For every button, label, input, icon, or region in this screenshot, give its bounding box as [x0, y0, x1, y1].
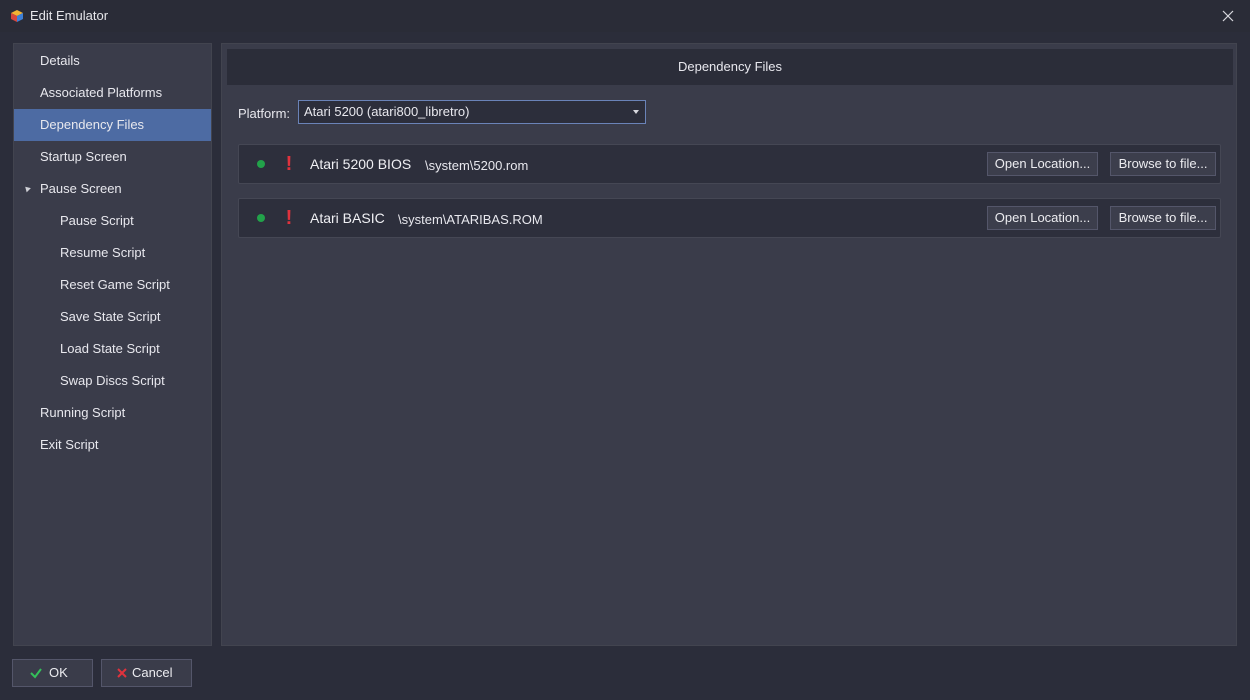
open-location-button[interactable]: Open Location... — [987, 206, 1098, 230]
sidebar-item-pause-script[interactable]: Pause Script — [14, 205, 211, 237]
platform-dropdown[interactable]: Atari 5200 (atari800_libretro) — [298, 100, 646, 124]
chevron-down-icon — [633, 110, 639, 114]
page-title: Dependency Files — [227, 49, 1233, 85]
sidebar-item-save-state-script[interactable]: Save State Script — [14, 301, 211, 333]
platform-selected-value: Atari 5200 (atari800_libretro) — [304, 104, 470, 119]
browse-to-file-button[interactable]: Browse to file... — [1110, 206, 1216, 230]
exclamation-icon: ! — [285, 207, 293, 229]
sidebar-item-exit-script[interactable]: Exit Script — [14, 429, 211, 461]
sidebar-item-startup-screen[interactable]: Startup Screen — [14, 141, 211, 173]
sidebar-item-details[interactable]: Details — [14, 45, 211, 77]
sidebar-item-label: Exit Script — [40, 437, 99, 452]
sidebar-item-label: Reset Game Script — [60, 277, 170, 292]
status-dot-icon — [257, 214, 265, 222]
title-bar: Edit Emulator — [0, 0, 1250, 32]
platform-label: Platform: — [238, 106, 291, 121]
sidebar-item-label: Details — [40, 53, 80, 68]
dependency-row: ! Atari 5200 BIOS \system\5200.rom Open … — [238, 144, 1221, 184]
sidebar-nav: Details Associated Platforms Dependency … — [13, 43, 212, 646]
cancel-label: Cancel — [132, 665, 173, 680]
sidebar-item-load-state-script[interactable]: Load State Script — [14, 333, 211, 365]
ok-label: OK — [49, 665, 68, 680]
browse-to-file-button[interactable]: Browse to file... — [1110, 152, 1216, 176]
sidebar-item-label: Running Script — [40, 405, 126, 420]
cancel-button[interactable]: Cancel — [101, 659, 192, 687]
close-icon — [1222, 10, 1234, 22]
sidebar-item-label: Dependency Files — [40, 117, 145, 132]
launchbox-cube-icon — [11, 10, 23, 22]
ok-button[interactable]: OK — [12, 659, 93, 687]
dependency-name: Atari 5200 BIOS — [310, 156, 412, 172]
sidebar-item-resume-script[interactable]: Resume Script — [14, 237, 211, 269]
dependency-name: Atari BASIC — [310, 210, 385, 226]
dependency-row: ! Atari BASIC \system\ATARIBAS.ROM Open … — [238, 198, 1221, 238]
sidebar-item-label: Save State Script — [60, 309, 161, 324]
window-title: Edit Emulator — [30, 8, 109, 23]
dependency-path: \system\5200.rom — [425, 158, 529, 173]
status-dot-icon — [257, 160, 265, 168]
sidebar-item-label: Pause Screen — [40, 181, 122, 196]
sidebar-item-label: Resume Script — [60, 245, 146, 260]
dependency-path: \system\ATARIBAS.ROM — [398, 212, 543, 227]
x-mark-icon — [117, 668, 127, 678]
expanded-triangle-icon[interactable] — [23, 184, 31, 193]
close-button[interactable] — [1216, 5, 1240, 27]
sidebar-item-running-script[interactable]: Running Script — [14, 397, 211, 429]
sidebar-item-dependency-files[interactable]: Dependency Files — [14, 109, 211, 141]
open-location-button[interactable]: Open Location... — [987, 152, 1098, 176]
sidebar-item-label: Startup Screen — [40, 149, 127, 164]
sidebar-item-swap-discs-script[interactable]: Swap Discs Script — [14, 365, 211, 397]
sidebar-item-pause-screen[interactable]: Pause Screen — [14, 173, 211, 205]
exclamation-icon: ! — [285, 153, 293, 175]
main-panel: Dependency Files Platform: Atari 5200 (a… — [221, 43, 1237, 646]
sidebar-item-label: Load State Script — [60, 341, 160, 356]
sidebar-item-label: Associated Platforms — [40, 85, 163, 100]
sidebar-item-reset-game-script[interactable]: Reset Game Script — [14, 269, 211, 301]
checkmark-icon — [30, 668, 42, 679]
sidebar-item-associated-platforms[interactable]: Associated Platforms — [14, 77, 211, 109]
sidebar-item-label: Pause Script — [60, 213, 134, 228]
sidebar-item-label: Swap Discs Script — [60, 373, 165, 388]
